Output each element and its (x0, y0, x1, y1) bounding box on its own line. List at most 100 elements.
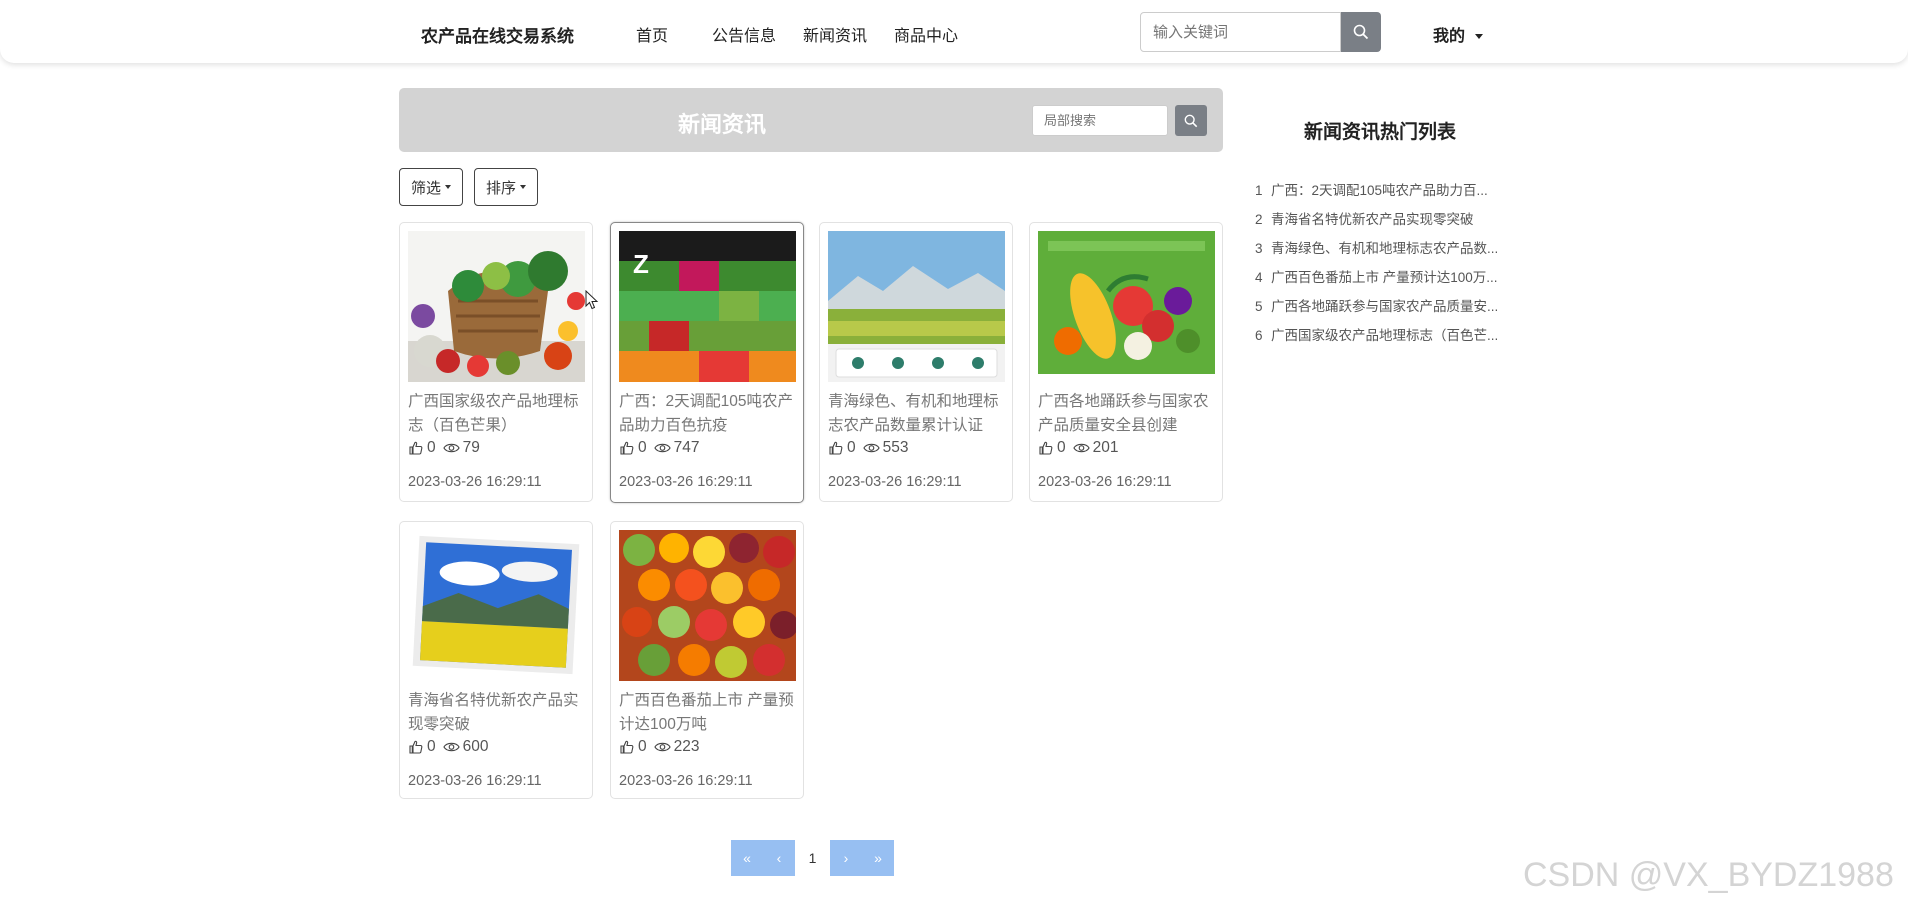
first-page-button[interactable]: « (731, 840, 763, 876)
news-section-header: 新闻资讯 (399, 88, 1223, 152)
eye-icon (1073, 442, 1090, 454)
hot-item-rank: 1 (1255, 183, 1263, 198)
sort-dropdown[interactable]: 排序 (474, 168, 539, 206)
sort-label: 排序 (486, 179, 517, 197)
svg-text:Z: Z (633, 249, 649, 279)
hot-list-item[interactable]: 5 广西各地踊跃参与国家农产品质量安... (1255, 292, 1520, 321)
global-search-button[interactable] (1341, 12, 1381, 52)
hot-news-list: 1 广西：2天调配105吨农产品助力百... 2 青海省名特优新农产品实现零突破 3… (1255, 176, 1520, 350)
news-card-title[interactable]: 广西百色番茄上市 产量预计达100万吨 (619, 689, 799, 737)
eye-icon (863, 442, 880, 454)
main-nav: 首页 公告信息 新闻资讯 商品中心 (636, 22, 985, 46)
news-card-date: 2023-03-26 16:29:11 (828, 474, 962, 490)
hot-item-title: 广西国家级农产品地理标志（百色芒... (1271, 328, 1499, 343)
brand-title[interactable]: 农产品在线交易系统 (421, 22, 574, 47)
news-card[interactable]: 广西国家级农产品地理标志（百色芒果） 0 79 2023-03-26 16:29… (399, 222, 593, 502)
mouse-cursor-icon (585, 290, 599, 310)
news-card-stats: 0 600 (408, 738, 492, 756)
news-image-vegetables-green[interactable] (1038, 231, 1215, 374)
search-icon (1353, 24, 1369, 40)
nav-products[interactable]: 商品中心 (894, 22, 958, 46)
user-menu[interactable]: 我的 (1433, 22, 1484, 46)
hot-item-rank: 2 (1255, 212, 1263, 227)
filter-label: 筛选 (411, 179, 442, 197)
news-image-produce-shelf[interactable]: Z (619, 231, 796, 382)
hot-item-rank: 6 (1255, 328, 1263, 343)
view-count: 600 (462, 738, 489, 755)
news-card-title[interactable]: 广西各地踊跃参与国家农产品质量安全县创建 (1038, 390, 1218, 438)
hot-item-title: 广西各地踊跃参与国家农产品质量安... (1271, 299, 1499, 314)
like-count: 0 (847, 439, 856, 456)
eye-icon (654, 442, 671, 454)
news-card-date: 2023-03-26 16:29:11 (1038, 474, 1172, 490)
like-count: 0 (1057, 439, 1066, 456)
nav-news[interactable]: 新闻资讯 (803, 22, 867, 46)
hot-list-item[interactable]: 3 青海绿色、有机和地理标志农产品数... (1255, 234, 1520, 263)
news-image-qinghai-landscape[interactable] (828, 231, 1005, 382)
like-count: 0 (638, 738, 647, 755)
eye-icon (443, 442, 460, 454)
eye-icon (443, 741, 460, 753)
prev-page-button[interactable]: ‹ (763, 840, 795, 876)
news-card-title[interactable]: 广西国家级农产品地理标志（百色芒果） (408, 390, 588, 438)
nav-home[interactable]: 首页 (636, 22, 668, 46)
chevron-down-icon (445, 185, 452, 189)
news-image-vegetable-basket[interactable] (408, 231, 585, 382)
like-count: 0 (427, 439, 436, 456)
hot-item-rank: 3 (1255, 241, 1263, 256)
global-search-input[interactable] (1140, 12, 1341, 52)
chevron-down-icon (520, 185, 527, 189)
news-card[interactable]: 广西百色番茄上市 产量预计达100万吨 0 223 2023-03-26 16:… (610, 521, 804, 799)
last-page-button[interactable]: » (862, 840, 894, 876)
news-card-title[interactable]: 广西：2天调配105吨农产品助力百色抗疫 (619, 390, 799, 438)
user-menu-label: 我的 (1433, 28, 1466, 45)
news-card[interactable]: 青海省名特优新农产品实现零突破 0 600 2023-03-26 16:29:1… (399, 521, 593, 799)
nav-announcements[interactable]: 公告信息 (712, 22, 776, 46)
news-card-stats: 0 79 (408, 439, 483, 457)
news-card-stats: 0 201 (1038, 439, 1122, 457)
news-image-rapeseed-field[interactable] (408, 530, 585, 681)
news-card-stats: 0 223 (619, 738, 703, 756)
hot-list-item[interactable]: 4 广西百色番茄上市 产量预计达100万... (1255, 263, 1520, 292)
thumbs-up-icon[interactable] (619, 440, 635, 456)
thumbs-up-icon[interactable] (619, 739, 635, 755)
hot-list-item[interactable]: 1 广西：2天调配105吨农产品助力百... (1255, 176, 1520, 205)
hot-list-title: 新闻资讯热门列表 (1304, 122, 1457, 143)
news-card-date: 2023-03-26 16:29:11 (619, 773, 753, 789)
hot-list-item[interactable]: 6 广西国家级农产品地理标志（百色芒... (1255, 321, 1520, 350)
eye-icon (654, 741, 671, 753)
local-search-input[interactable] (1032, 105, 1168, 136)
hot-list-item[interactable]: 2 青海省名特优新农产品实现零突破 (1255, 205, 1520, 234)
news-card-date: 2023-03-26 16:29:11 (619, 474, 753, 490)
filter-dropdown[interactable]: 筛选 (399, 168, 464, 206)
view-count: 201 (1092, 439, 1119, 456)
pagination: « ‹ 1 › » (731, 840, 894, 876)
hot-item-title: 广西百色番茄上市 产量预计达100万... (1271, 270, 1498, 285)
news-card[interactable]: Z 广西：2天调配105吨农产品助力百色抗疫 0 747 2023-03-26 … (610, 222, 804, 503)
thumbs-up-icon[interactable] (408, 440, 424, 456)
news-card-title[interactable]: 青海绿色、有机和地理标志农产品数量累计认证 (828, 390, 1008, 438)
search-icon (1184, 114, 1198, 127)
global-search (1140, 12, 1381, 52)
hot-item-rank: 5 (1255, 299, 1263, 314)
view-count: 223 (673, 738, 700, 755)
local-search-button[interactable] (1175, 105, 1207, 136)
next-page-button[interactable]: › (830, 840, 862, 876)
view-count: 747 (673, 439, 700, 456)
current-page[interactable]: 1 (795, 840, 830, 876)
thumbs-up-icon[interactable] (1038, 440, 1054, 456)
news-card-date: 2023-03-26 16:29:11 (408, 474, 542, 490)
like-count: 0 (638, 439, 647, 456)
view-count: 553 (882, 439, 909, 456)
news-image-fruit-pile[interactable] (619, 530, 796, 681)
news-card-stats: 0 747 (619, 439, 703, 457)
news-card-title[interactable]: 青海省名特优新农产品实现零突破 (408, 689, 588, 737)
news-card[interactable]: 青海绿色、有机和地理标志农产品数量累计认证 0 553 2023-03-26 1… (819, 222, 1013, 502)
chevron-down-icon (1475, 34, 1484, 40)
thumbs-up-icon[interactable] (828, 440, 844, 456)
news-card-date: 2023-03-26 16:29:11 (408, 773, 542, 789)
thumbs-up-icon[interactable] (408, 739, 424, 755)
hot-item-title: 青海绿色、有机和地理标志农产品数... (1271, 241, 1499, 256)
hot-item-title: 青海省名特优新农产品实现零突破 (1271, 212, 1474, 227)
news-card[interactable]: 广西各地踊跃参与国家农产品质量安全县创建 0 201 2023-03-26 16… (1029, 222, 1223, 502)
